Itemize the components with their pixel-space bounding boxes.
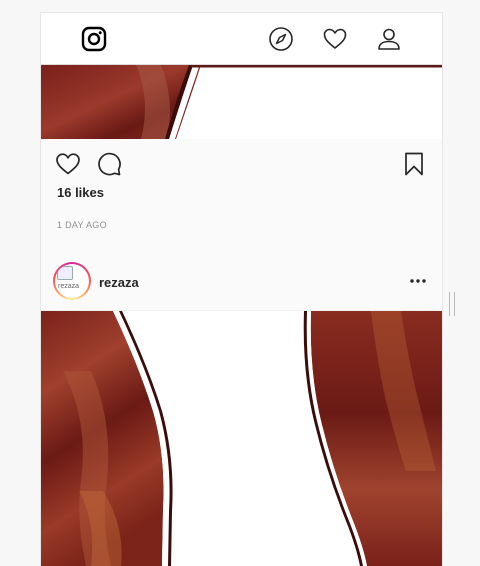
compass-icon[interactable] [268,26,294,52]
feed-container: 16 likes 1 DAY AGO rezaza rezaza [40,12,443,566]
avatar-alt-text: rezaza [58,283,80,290]
post-header: rezaza rezaza [41,253,442,311]
post-actions [41,139,442,179]
post-image-artwork [41,65,442,139]
broken-image-icon [57,266,73,280]
post-image[interactable] [41,311,442,566]
comment-icon[interactable] [96,151,122,177]
bookmark-icon[interactable] [401,151,427,177]
heart-icon[interactable] [55,151,81,177]
post-image-artwork [41,311,442,566]
top-navbar [41,13,442,65]
heart-icon[interactable] [322,26,348,52]
instagram-logo-icon[interactable] [81,26,107,52]
user-icon[interactable] [376,26,402,52]
scrollbar-thumb[interactable] [449,292,455,316]
post-image[interactable] [41,65,442,139]
post-timestamp: 1 DAY AGO [57,220,107,230]
more-horizontal-icon[interactable] [408,273,428,289]
likes-count[interactable]: 16 likes [57,185,104,200]
avatar-image: rezaza [55,264,89,298]
username[interactable]: rezaza [99,275,139,290]
avatar[interactable]: rezaza [53,262,91,300]
